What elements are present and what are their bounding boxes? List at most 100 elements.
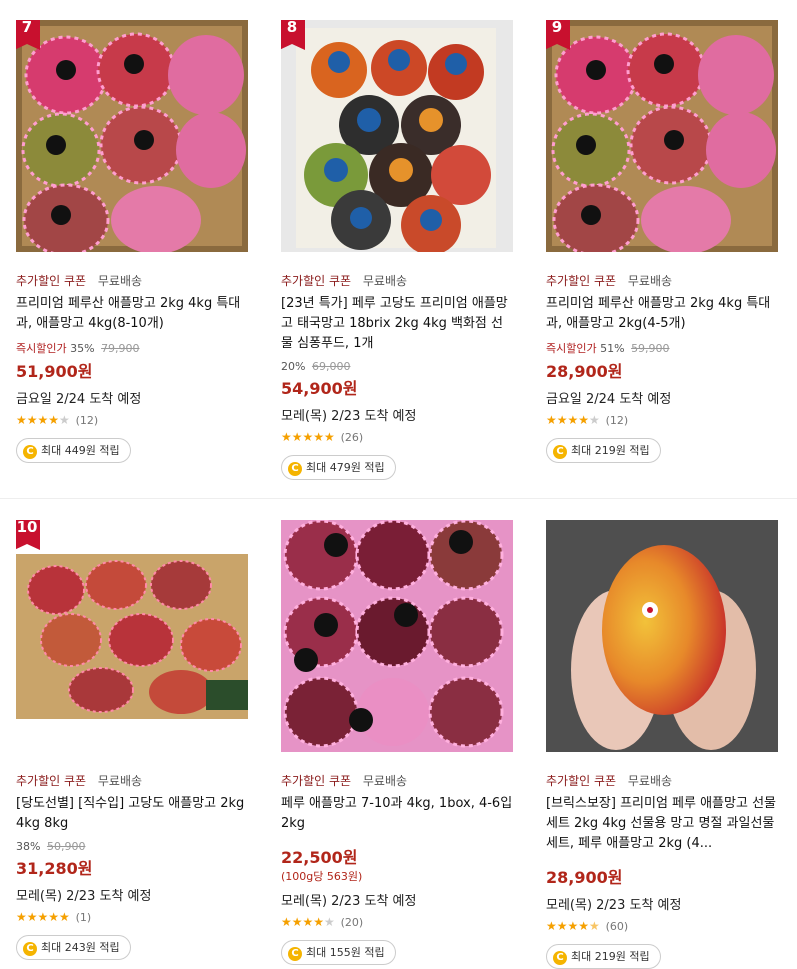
- product-title[interactable]: [브릭스보장] 프리미엄 페루 애플망고 선물세트 2kg 4kg 선물용 망고…: [546, 794, 778, 854]
- rank-badge: 9: [546, 20, 570, 50]
- rank-badge: 8: [281, 20, 305, 50]
- discount-rate: 38%: [16, 840, 41, 853]
- review-count: (20): [340, 916, 364, 929]
- delivery-estimate: 모레(목) 2/23 도착 예정: [281, 894, 417, 909]
- mango-misky-image: [281, 520, 513, 752]
- free-shipping-tag: 무료배송: [362, 774, 408, 788]
- product-card-7[interactable]: 7 추가할인 쿠폰 무료배송 프리미엄 페루산 애플망고 2kg 4kg 특대과…: [16, 20, 248, 463]
- discount-rate: 20%: [281, 360, 306, 373]
- discount-rate: 35%: [70, 342, 95, 355]
- original-price: 69,000: [311, 360, 351, 373]
- rating-stars: ★★★★★ (1): [16, 910, 248, 926]
- product-card-8[interactable]: 8 추가할인 쿠폰 무료배송 [23년 특가] 페루 고당도 프리미엄 애플망고…: [281, 20, 513, 480]
- discount-row: 20% 69,000: [281, 360, 513, 373]
- delivery-estimate: 모레(목) 2/23 도착 예정: [281, 409, 417, 424]
- product-title[interactable]: 프리미엄 페루산 애플망고 2kg 4kg 특대과, 애플망고 2kg(4-5개…: [546, 294, 778, 334]
- rating-stars: ★★★★★ (12): [546, 413, 778, 429]
- product-card-9[interactable]: 9 추가할인 쿠폰 무료배송 프리미엄 페루산 애플망고 2kg 4kg 특대과…: [546, 20, 778, 463]
- product-title[interactable]: [당도선별] [직수입] 고당도 애플망고 2kg 4kg 8kg: [16, 794, 248, 834]
- product-image[interactable]: [281, 520, 513, 752]
- discount-rate: 51%: [600, 342, 625, 355]
- discount-row: 즉시할인가 51% 59,900: [546, 340, 778, 356]
- rating-stars: ★★★★★ (60): [546, 919, 778, 935]
- product-card-10[interactable]: 10 추가할인 쿠폰 무료배송 [당도선별] [직수입] 고당도 애플망고 2k…: [16, 520, 248, 960]
- product-card-11[interactable]: 추가할인 쿠폰 무료배송 페루 애플망고 7-10과 4kg, 1box, 4-…: [281, 520, 513, 965]
- coin-icon: C: [553, 445, 567, 459]
- product-image[interactable]: 8: [281, 20, 513, 252]
- mango-netted-box-image: [546, 20, 778, 252]
- star-icons: ★★★★★: [546, 413, 600, 427]
- review-count: (12): [75, 414, 99, 427]
- product-title[interactable]: [23년 특가] 페루 고당도 프리미엄 애플망고 태국망고 18brix 2k…: [281, 294, 513, 354]
- points-badge: C 최대 155원 적립: [281, 940, 396, 965]
- product-card-12[interactable]: 추가할인 쿠폰 무료배송 [브릭스보장] 프리미엄 페루 애플망고 선물세트 2…: [546, 520, 778, 969]
- free-shipping-tag: 무료배송: [97, 774, 143, 788]
- review-count: (60): [605, 920, 629, 933]
- delivery-estimate: 금요일 2/24 도착 예정: [16, 392, 142, 407]
- coupon-tag: 추가할인 쿠폰: [281, 274, 352, 288]
- coupon-tag: 추가할인 쿠폰: [546, 774, 617, 788]
- free-shipping-tag: 무료배송: [627, 774, 673, 788]
- points-badge: C 최대 479원 적립: [281, 455, 396, 480]
- free-shipping-tag: 무료배송: [97, 274, 143, 288]
- sale-price: 28,900원: [546, 868, 623, 887]
- coupon-tag: 추가할인 쿠폰: [546, 274, 617, 288]
- sale-price: 28,900원: [546, 362, 623, 381]
- coin-icon: C: [23, 445, 37, 459]
- points-badge: C 최대 219원 적립: [546, 944, 661, 969]
- discount-row: 38% 50,900: [16, 840, 248, 853]
- points-text: 최대 479원 적립: [306, 461, 385, 474]
- discount-label: 즉시할인가: [16, 342, 67, 355]
- sale-price: 22,500원: [281, 848, 358, 867]
- points-badge: C 최대 243원 적립: [16, 935, 131, 960]
- unit-price: (100g당 563원): [281, 870, 363, 883]
- original-price: 79,900: [101, 342, 140, 355]
- original-price: 50,900: [46, 840, 86, 853]
- sale-price: 51,900원: [16, 362, 93, 381]
- coin-icon: C: [288, 947, 302, 961]
- mango-netted-box-image: [16, 20, 248, 252]
- delivery-estimate: 모레(목) 2/23 도착 예정: [16, 889, 152, 904]
- discount-row: 즉시할인가 35% 79,900: [16, 340, 248, 356]
- points-text: 최대 219원 적립: [571, 950, 650, 963]
- rank-badge: 10: [16, 520, 40, 550]
- mango-box-image: [281, 20, 513, 252]
- product-title[interactable]: 프리미엄 페루산 애플망고 2kg 4kg 특대과, 애플망고 4kg(8-10…: [16, 294, 248, 334]
- rank-badge: 7: [16, 20, 40, 50]
- sale-price: 31,280원: [16, 859, 93, 878]
- star-icons: ★★★★★: [281, 915, 335, 929]
- star-icons: ★★★★★: [546, 919, 600, 933]
- star-icons: ★★★★★: [16, 413, 70, 427]
- product-image[interactable]: 10: [16, 520, 248, 752]
- rating-stars: ★★★★★ (12): [16, 413, 248, 429]
- product-image[interactable]: 7: [16, 20, 248, 252]
- coupon-tag: 추가할인 쿠폰: [281, 774, 352, 788]
- coupon-tag: 추가할인 쿠폰: [16, 774, 87, 788]
- product-image[interactable]: 9: [546, 20, 778, 252]
- product-image[interactable]: [546, 520, 778, 752]
- rating-stars: ★★★★★ (20): [281, 915, 513, 931]
- points-badge: C 최대 219원 적립: [546, 438, 661, 463]
- review-count: (12): [605, 414, 629, 427]
- rating-stars: ★★★★★ (26): [281, 430, 513, 446]
- points-text: 최대 219원 적립: [571, 444, 650, 457]
- star-icons: ★★★★★: [16, 910, 70, 924]
- discount-label: 즉시할인가: [546, 342, 597, 355]
- coupon-tag: 추가할인 쿠폰: [16, 274, 87, 288]
- sale-price: 54,900원: [281, 379, 358, 398]
- product-title[interactable]: 페루 애플망고 7-10과 4kg, 1box, 4-6입 2kg: [281, 794, 513, 834]
- points-text: 최대 243원 적립: [41, 941, 120, 954]
- points-text: 최대 155원 적립: [306, 946, 385, 959]
- coin-icon: C: [23, 942, 37, 956]
- points-text: 최대 449원 적립: [41, 444, 120, 457]
- star-icons: ★★★★★: [281, 430, 335, 444]
- mango-crate-image: [16, 520, 248, 752]
- review-count: (1): [75, 911, 92, 924]
- free-shipping-tag: 무료배송: [362, 274, 408, 288]
- original-price: 59,900: [631, 342, 670, 355]
- coin-icon: C: [288, 462, 302, 476]
- points-badge: C 최대 449원 적립: [16, 438, 131, 463]
- row-divider: [0, 498, 797, 499]
- mango-in-hands-image: [546, 520, 778, 752]
- free-shipping-tag: 무료배송: [627, 274, 673, 288]
